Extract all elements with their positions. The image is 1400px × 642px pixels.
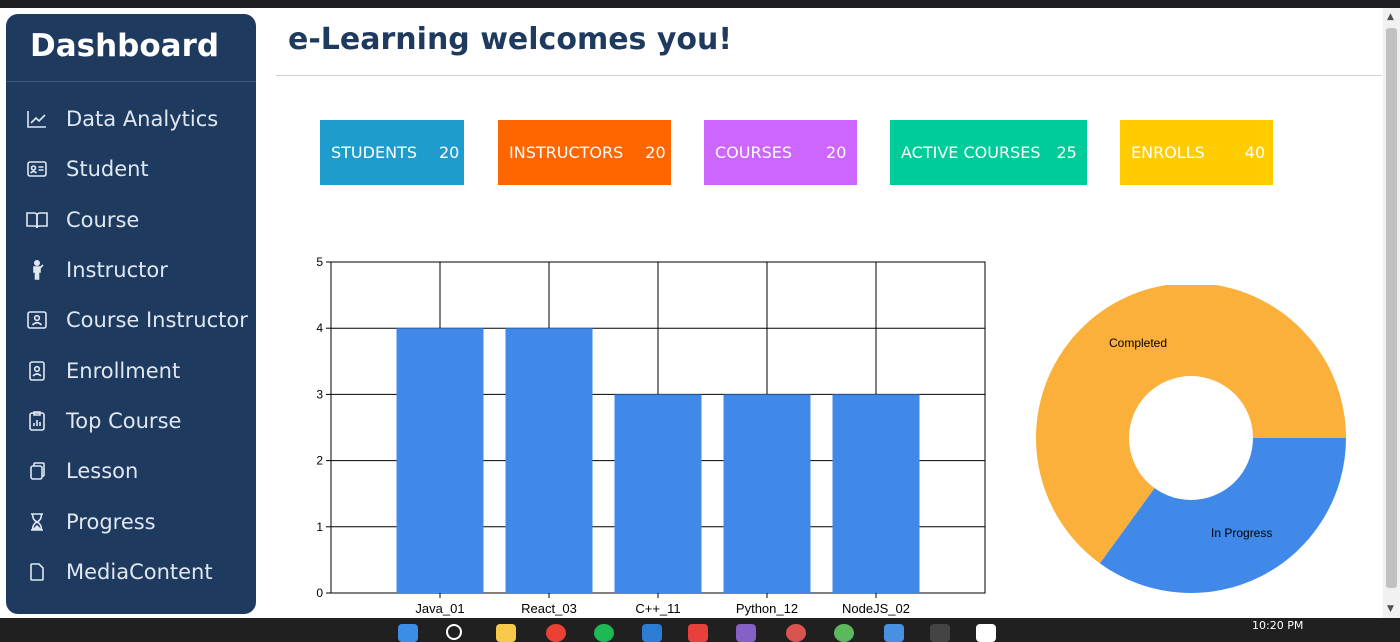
- windows-start-icon[interactable]: [398, 624, 418, 642]
- sidebar-menu: Data Analytics Student Course Instructor…: [6, 94, 256, 597]
- sidebar-item-data-analytics[interactable]: Data Analytics: [6, 94, 256, 144]
- sidebar-title: Dashboard: [6, 14, 256, 82]
- page-title: e-Learning welcomes you!: [288, 22, 733, 57]
- stat-label: INSTRUCTORS: [509, 143, 624, 162]
- window-top-bar: [0, 0, 1400, 8]
- header-divider: [276, 75, 1382, 76]
- sidebar-item-label: Course Instructor: [66, 308, 248, 333]
- document-icon[interactable]: [976, 624, 996, 642]
- sidebar-item-course-instructor[interactable]: Course Instructor: [6, 295, 256, 345]
- x-tick-label: Python_12: [736, 601, 798, 616]
- stat-value: 25: [1056, 143, 1077, 162]
- stat-label: ACTIVE COURSES: [901, 143, 1041, 162]
- sidebar-item-top-course[interactable]: Top Course: [6, 396, 256, 446]
- file-explorer-icon[interactable]: [496, 624, 516, 642]
- badge-icon: [26, 360, 48, 382]
- spotify-icon[interactable]: [594, 624, 614, 642]
- stat-card-active-courses[interactable]: ACTIVE COURSES 25: [890, 120, 1087, 185]
- app-icon-3[interactable]: [834, 624, 854, 642]
- donut-chart: Completed In Progress: [1036, 285, 1346, 593]
- sidebar-item-label: Progress: [66, 509, 156, 534]
- stat-value: 20: [438, 143, 460, 162]
- scroll-down-arrow-icon[interactable]: ▼: [1387, 604, 1394, 614]
- hourglass-icon: [26, 511, 48, 533]
- copy-icon: [26, 460, 48, 482]
- donut-hole: [1129, 376, 1253, 500]
- y-tick-label: 0: [316, 586, 323, 600]
- sidebar-item-progress[interactable]: Progress: [6, 496, 256, 546]
- report-icon: [26, 410, 48, 432]
- stat-card-enrolls[interactable]: ENROLLS 40: [1120, 120, 1273, 185]
- x-tick-label: NodeJS_02: [842, 601, 910, 616]
- sidebar-item-instructor[interactable]: Instructor: [6, 245, 256, 295]
- slice-label: In Progress: [1211, 526, 1272, 540]
- app-icon[interactable]: [688, 624, 708, 642]
- bar-C++_11: [614, 394, 702, 593]
- person-icon: [26, 259, 48, 281]
- stat-card-instructors[interactable]: INSTRUCTORS 20: [498, 120, 671, 185]
- app-icon-2[interactable]: [786, 624, 806, 642]
- sidebar-item-label: Data Analytics: [66, 107, 219, 132]
- stat-label: ENROLLS: [1131, 143, 1205, 162]
- visual-studio-icon[interactable]: [736, 624, 756, 642]
- calendar-icon[interactable]: [884, 624, 904, 642]
- sidebar-item-label: MediaContent: [66, 559, 213, 584]
- bar-React_03: [505, 328, 593, 593]
- bar-NodeJS_02: [832, 394, 920, 593]
- y-tick-label: 4: [316, 321, 323, 335]
- search-icon[interactable]: [446, 624, 462, 640]
- scroll-up-arrow-icon[interactable]: ▲: [1387, 12, 1394, 22]
- sidebar-item-mediacontent[interactable]: MediaContent: [6, 547, 256, 597]
- y-tick-label: 5: [316, 255, 323, 269]
- bar-Java_01: [396, 328, 484, 593]
- x-tick-label: C++_11: [635, 601, 680, 616]
- sidebar: Dashboard Data Analytics Student Course …: [6, 14, 256, 614]
- chrome-icon[interactable]: [546, 624, 566, 642]
- bar-Python_12: [723, 394, 811, 593]
- stat-card-students[interactable]: STUDENTS 20: [320, 120, 464, 185]
- sidebar-item-student[interactable]: Student: [6, 144, 256, 194]
- y-tick-label: 3: [316, 387, 323, 401]
- bar-chart: 0 1 2 3 4 5 Java_01 React_03 C++_11 Python_12 Node…: [316, 255, 986, 616]
- line-chart-icon: [26, 108, 48, 130]
- taskbar: 10:20 PM: [0, 618, 1400, 642]
- sidebar-item-label: Top Course: [66, 408, 182, 433]
- terminal-icon[interactable]: [930, 624, 950, 642]
- file-icon: [26, 561, 48, 583]
- sidebar-item-label: Instructor: [66, 258, 168, 283]
- sidebar-item-label: Student: [66, 157, 149, 182]
- stat-label: STUDENTS: [331, 143, 417, 162]
- sidebar-item-label: Lesson: [66, 459, 139, 484]
- stat-card-courses[interactable]: COURSES 20: [704, 120, 857, 185]
- book-icon: [26, 209, 48, 231]
- presentation-icon: [26, 309, 48, 331]
- id-card-icon: [26, 158, 48, 180]
- stat-value: 20: [645, 143, 666, 162]
- sidebar-item-lesson[interactable]: Lesson: [6, 446, 256, 496]
- vertical-scrollbar[interactable]: ▲ ▼: [1383, 8, 1400, 618]
- sidebar-item-enrollment[interactable]: Enrollment: [6, 345, 256, 395]
- stat-value: 20: [826, 143, 847, 162]
- x-tick-label: React_03: [521, 601, 577, 616]
- sidebar-item-course[interactable]: Course: [6, 195, 256, 245]
- taskbar-clock: 10:20 PM: [1252, 619, 1304, 632]
- sidebar-item-label: Enrollment: [66, 358, 181, 383]
- mail-icon[interactable]: [642, 624, 662, 642]
- stat-label: COURSES: [715, 143, 793, 162]
- sidebar-item-label: Course: [66, 207, 140, 232]
- scrollbar-thumb[interactable]: [1386, 28, 1397, 588]
- stat-value: 40: [1244, 143, 1266, 162]
- y-tick-label: 1: [316, 520, 323, 534]
- slice-label: Completed: [1109, 336, 1167, 350]
- x-tick-label: Java_01: [415, 601, 464, 616]
- y-tick-label: 2: [316, 454, 323, 468]
